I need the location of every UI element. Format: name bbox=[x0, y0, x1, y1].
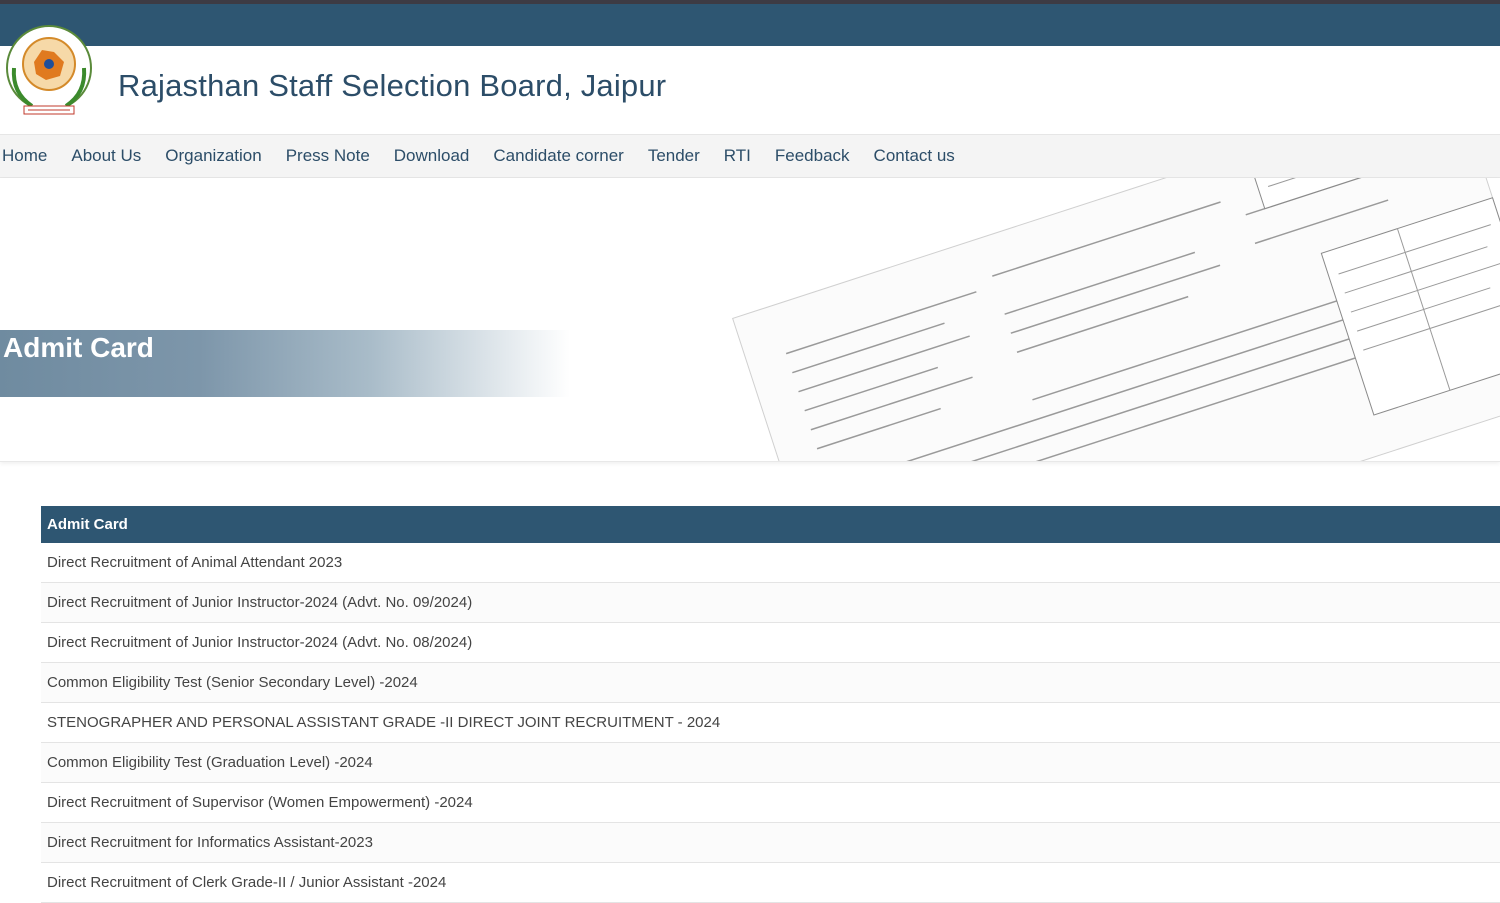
admit-card-link[interactable]: STENOGRAPHER AND PERSONAL ASSISTANT GRAD… bbox=[41, 703, 1500, 743]
nav-download[interactable]: Download bbox=[394, 146, 470, 166]
rsmssb-emblem-logo[interactable] bbox=[4, 18, 94, 120]
admit-card-link[interactable]: Direct Recruitment of Clerk Grade-II / J… bbox=[41, 863, 1500, 903]
nav-feedback[interactable]: Feedback bbox=[775, 146, 850, 166]
nav-contact-us[interactable]: Contact us bbox=[874, 146, 955, 166]
admit-card-link[interactable]: Direct Recruitment of Junior Instructor-… bbox=[41, 623, 1500, 663]
admit-card-document-image bbox=[732, 178, 1500, 461]
nav-press-note[interactable]: Press Note bbox=[286, 146, 370, 166]
admit-card-table: Admit Card Direct Recruitment of Animal … bbox=[41, 506, 1500, 903]
nav-rti[interactable]: RTI bbox=[724, 146, 751, 166]
main-nav: Home About Us Organization Press Note Do… bbox=[0, 134, 1500, 178]
site-header: Rajasthan Staff Selection Board, Jaipur bbox=[0, 25, 1500, 134]
site-title: Rajasthan Staff Selection Board, Jaipur bbox=[118, 68, 667, 103]
nav-about-us[interactable]: About Us bbox=[71, 146, 141, 166]
nav-candidate-corner[interactable]: Candidate corner bbox=[493, 146, 623, 166]
admit-card-link[interactable]: Direct Recruitment of Supervisor (Women … bbox=[41, 783, 1500, 823]
nav-organization[interactable]: Organization bbox=[165, 146, 261, 166]
hero-banner: Admit Card bbox=[0, 178, 1500, 462]
admit-card-link[interactable]: Direct Recruitment of Animal Attendant 2… bbox=[41, 543, 1500, 583]
admit-card-link[interactable]: Direct Recruitment for Informatics Assis… bbox=[41, 823, 1500, 863]
top-bar bbox=[0, 0, 1500, 46]
nav-home[interactable]: Home bbox=[2, 146, 47, 166]
admit-card-link[interactable]: Direct Recruitment of Junior Instructor-… bbox=[41, 583, 1500, 623]
table-header: Admit Card bbox=[41, 506, 1500, 543]
page-title: Admit Card bbox=[3, 332, 154, 363]
nav-tender[interactable]: Tender bbox=[648, 146, 700, 166]
admit-card-link[interactable]: Common Eligibility Test (Graduation Leve… bbox=[41, 743, 1500, 783]
admit-card-link[interactable]: Common Eligibility Test (Senior Secondar… bbox=[41, 663, 1500, 703]
